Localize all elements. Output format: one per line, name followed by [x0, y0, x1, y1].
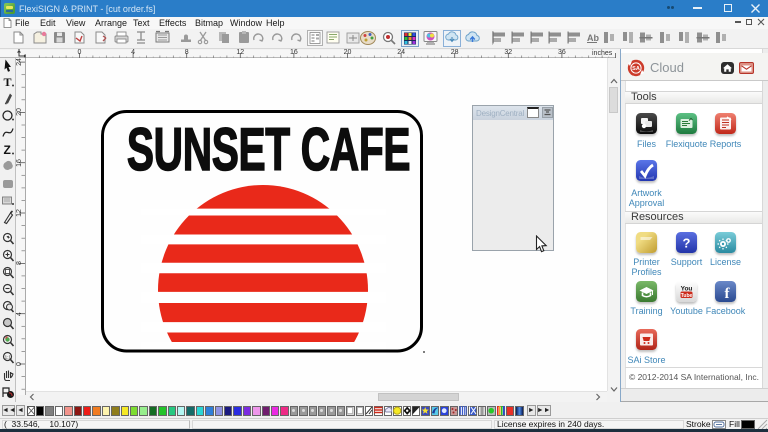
svg-text:You: You [681, 286, 693, 293]
svg-text:SUNSET CAFE: SUNSET CAFE [127, 116, 410, 183]
svg-text:Ab: Ab [587, 33, 599, 43]
svg-text:Tube: Tube [681, 293, 693, 299]
svg-text:1:1: 1:1 [5, 354, 12, 359]
svg-text:?: ? [683, 236, 691, 251]
svg-text:SA: SA [632, 66, 640, 72]
svg-text:f: f [725, 286, 731, 302]
svg-text:Z: Z [4, 143, 11, 157]
svg-text:T: T [4, 75, 12, 89]
